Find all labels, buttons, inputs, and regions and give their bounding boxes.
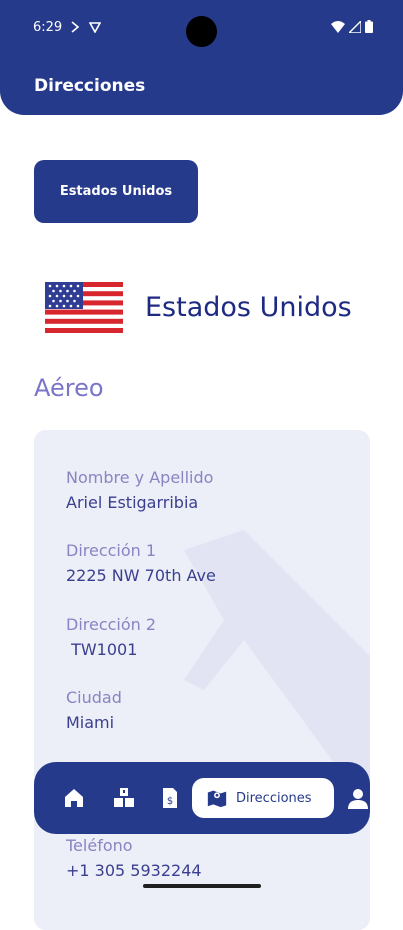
home-icon[interactable] [62,786,86,810]
signal-icon [349,20,361,33]
user-icon[interactable] [346,786,370,810]
field-label: Ciudad [66,688,122,707]
gesture-bar[interactable] [143,884,261,888]
nav-item-direcciones[interactable]: Direcciones [192,778,334,818]
address-field-address-2: Dirección 2 TW1001 [66,615,156,659]
shield-icon [89,22,101,33]
address-field-city: Ciudad Miami [66,688,122,732]
us-flag-icon [45,282,123,333]
camera-cutout [186,16,217,47]
wifi-icon [331,20,345,33]
field-value: TW1001 [66,640,138,659]
map-icon [207,790,227,808]
app-header: 6:29 Direcciones [0,0,403,115]
status-bar: 6:29 [0,0,403,56]
battery-icon [365,20,373,33]
address-field-phone: Teléfono +1 305 5932244 [66,836,202,880]
field-value: +1 305 5932244 [66,861,202,880]
field-label: Dirección 1 [66,541,157,560]
section-title: Aéreo [34,374,104,402]
status-icons-right [331,20,373,33]
address-card: Nombre y Apellido Ariel Estigarribia Dir… [34,430,370,930]
field-value: Miami [66,713,115,732]
nav-item-label: Direcciones [236,790,312,806]
country-name: Estados Unidos [145,292,352,323]
invoice-icon[interactable]: $ [158,786,182,810]
bottom-navigation: $ Direcciones [34,762,370,834]
page-title: Direcciones [34,76,146,96]
boxes-icon[interactable] [112,786,136,810]
sync-icon [71,21,80,33]
field-label: Teléfono [66,836,133,855]
field-value: 2225 NW 70th Ave [66,566,216,585]
status-icons-left [70,21,101,33]
field-value: Ariel Estigarribia [66,493,199,512]
svg-text:$: $ [167,796,173,807]
address-field-address-1: Dirección 1 2225 NW 70th Ave [66,541,216,585]
field-label: Nombre y Apellido [66,468,214,487]
address-field-name: Nombre y Apellido Ariel Estigarribia [66,468,213,512]
country-selector-button[interactable]: Estados Unidos [34,160,198,223]
field-label: Dirección 2 [66,615,157,634]
status-time: 6:29 [33,20,63,35]
